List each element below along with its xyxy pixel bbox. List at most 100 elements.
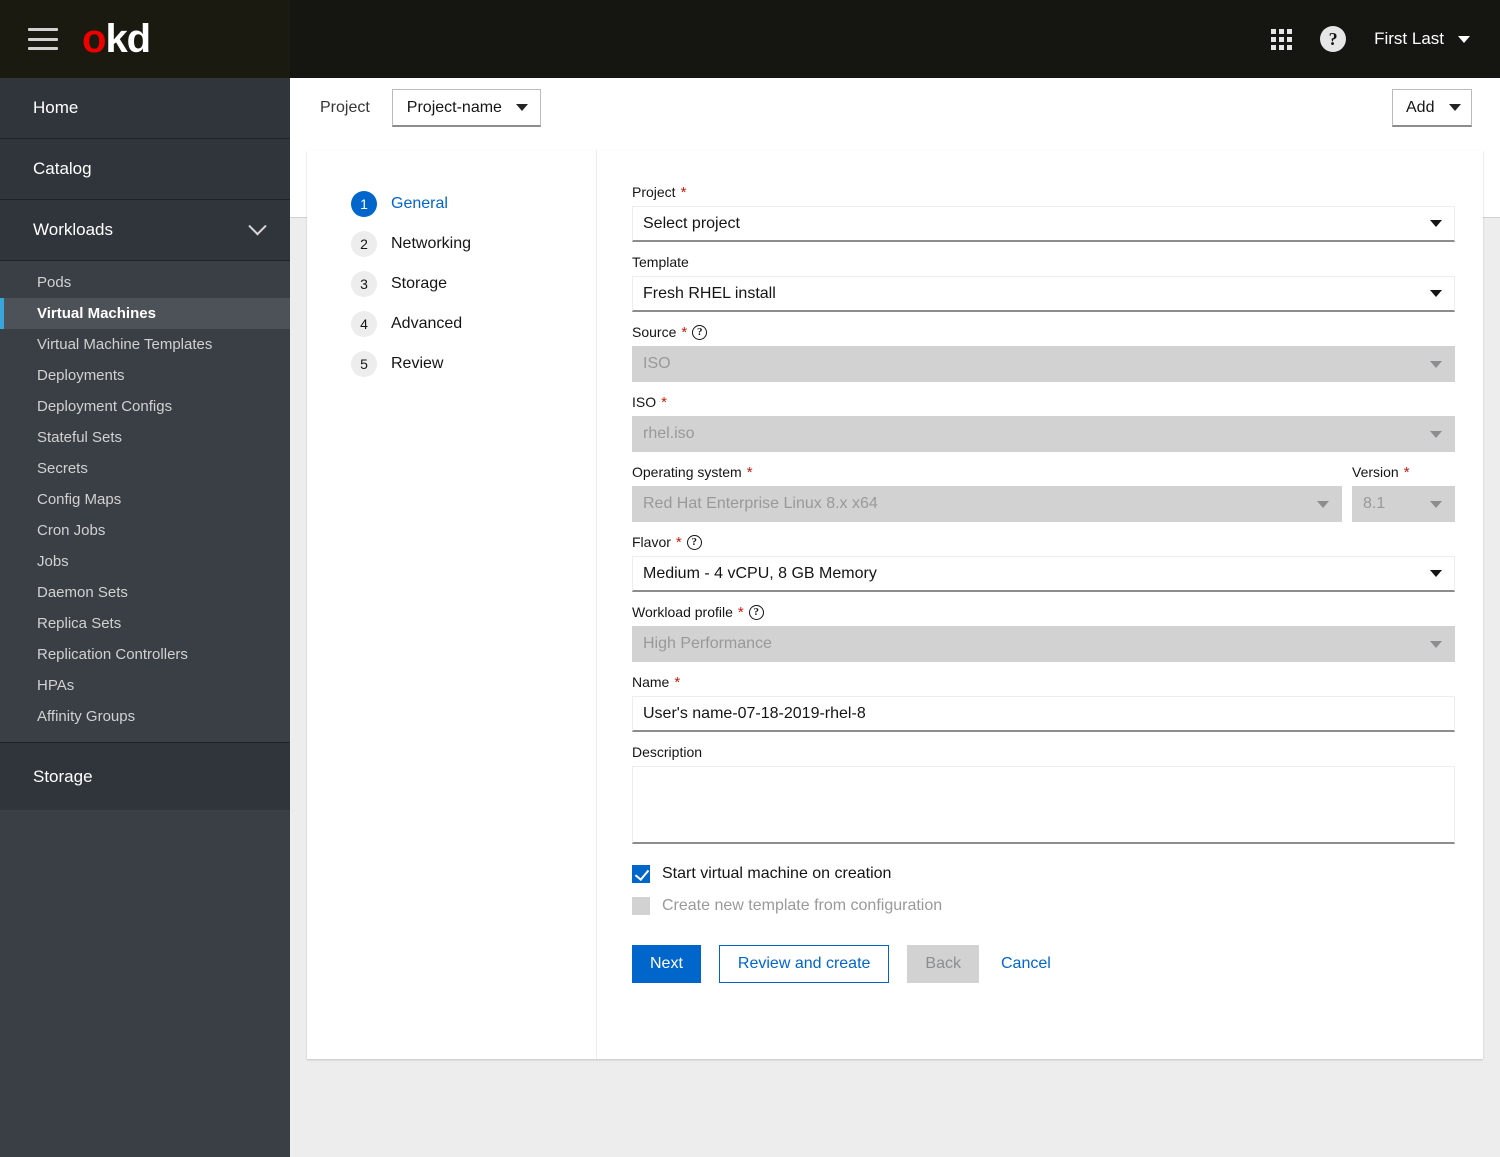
required-asterisk: *: [675, 533, 682, 551]
sidebar-item-jobs[interactable]: Jobs: [0, 546, 290, 577]
required-asterisk: *: [674, 673, 681, 691]
chevron-down-icon: [515, 104, 528, 111]
sidebar-item-pods[interactable]: Pods: [0, 267, 290, 298]
wizard-action-buttons: Next Review and create Back Cancel: [632, 945, 1455, 983]
field-flavor-label: Flavor * ?: [632, 534, 1455, 550]
label-text: Flavor: [632, 534, 671, 550]
sidebar-group-storage[interactable]: Storage: [0, 742, 290, 810]
wizard-step-networking[interactable]: 2 Networking: [351, 224, 596, 264]
sidebar-item-deployment-configs[interactable]: Deployment Configs: [0, 391, 290, 422]
sidebar-item-catalog[interactable]: Catalog: [0, 139, 290, 200]
required-asterisk: *: [737, 603, 744, 621]
wizard-step-label: Networking: [391, 235, 472, 252]
chevron-down-icon: [1430, 290, 1442, 297]
wizard-step-advanced[interactable]: 4 Advanced: [351, 304, 596, 344]
sidebar-item-deployments[interactable]: Deployments: [0, 360, 290, 391]
add-button[interactable]: Add: [1392, 89, 1472, 127]
template-select[interactable]: Fresh RHEL install: [632, 276, 1455, 312]
sidebar-item-affinity-groups[interactable]: Affinity Groups: [0, 701, 290, 732]
project-label: Project: [320, 99, 370, 116]
okd-console: o kd ? First Last Home Catalog Workloads …: [0, 0, 1500, 1157]
flavor-select[interactable]: Medium - 4 vCPU, 8 GB Memory: [632, 556, 1455, 592]
project-select[interactable]: Select project: [632, 206, 1455, 242]
required-asterisk: *: [681, 323, 688, 341]
masthead-actions: ? First Last: [1271, 26, 1500, 52]
sidebar-item-virtual-machine-templates[interactable]: Virtual Machine Templates: [0, 329, 290, 360]
wizard-step-number: 5: [351, 351, 377, 377]
sidebar-item-replication-controllers[interactable]: Replication Controllers: [0, 639, 290, 670]
masthead: o kd ? First Last: [0, 0, 1500, 78]
project-selector-value: Project-name: [406, 98, 502, 116]
user-menu[interactable]: First Last: [1374, 29, 1470, 49]
label-text: Name: [632, 674, 670, 690]
label-text: Description: [632, 744, 703, 760]
label-text: Operating system: [632, 464, 742, 480]
okd-logo[interactable]: o kd: [82, 17, 151, 61]
wizard-step-review[interactable]: 5 Review: [351, 344, 596, 384]
sidebar-group-workloads-label: Workloads: [33, 220, 113, 239]
name-input[interactable]: User's name-07-18-2019-rhel-8: [632, 696, 1455, 732]
sidebar-item-replica-sets[interactable]: Replica Sets: [0, 608, 290, 639]
create-template-checkbox: [632, 897, 650, 915]
label-text: ISO: [632, 394, 657, 410]
field-source: Source * ? ISO: [632, 324, 1455, 382]
project-selector[interactable]: Project-name: [391, 89, 541, 127]
help-circle-icon[interactable]: ?: [692, 324, 708, 340]
sidebar-item-virtual-machines[interactable]: Virtual Machines: [0, 298, 290, 329]
sidebar-item-cron-jobs[interactable]: Cron Jobs: [0, 515, 290, 546]
cancel-button[interactable]: Cancel: [997, 945, 1055, 983]
wizard-step-storage[interactable]: 3 Storage: [351, 264, 596, 304]
sidebar-item-stateful-sets[interactable]: Stateful Sets: [0, 422, 290, 453]
hamburger-icon[interactable]: [28, 28, 58, 50]
field-iso: ISO * rhel.iso: [632, 394, 1455, 452]
workload-profile-select: High Performance: [632, 626, 1455, 662]
review-and-create-button[interactable]: Review and create: [718, 945, 890, 983]
field-project-label: Project *: [632, 184, 1455, 200]
wizard-step-label: Storage: [391, 275, 448, 292]
source-select: ISO: [632, 346, 1455, 382]
iso-select-value: rhel.iso: [643, 425, 695, 442]
field-name: Name * User's name-07-18-2019-rhel-8: [632, 674, 1455, 732]
sidebar-item-home[interactable]: Home: [0, 78, 290, 139]
chevron-down-icon: [1430, 220, 1442, 227]
sidebar-navigation: Home Catalog Workloads Pods Virtual Mach…: [0, 78, 290, 1157]
okd-logo-o: o: [82, 17, 106, 61]
start-vm-checkbox-label[interactable]: Start virtual machine on creation: [662, 865, 891, 883]
field-operating-system: Operating system * Red Hat Enterprise Li…: [632, 464, 1342, 522]
help-circle-icon[interactable]: ?: [686, 534, 702, 550]
chevron-down-icon: [1430, 430, 1442, 438]
sidebar-item-hpas[interactable]: HPAs: [0, 670, 290, 701]
wizard-step-label: Advanced: [391, 315, 463, 332]
next-button[interactable]: Next: [632, 945, 701, 983]
start-vm-checkbox-row: Start virtual machine on creation: [632, 865, 1455, 883]
operating-system-select-value: Red Hat Enterprise Linux 8.x x64: [643, 495, 878, 512]
sidebar-item-secrets[interactable]: Secrets: [0, 453, 290, 484]
help-circle-icon[interactable]: ?: [1320, 26, 1347, 52]
field-name-label: Name *: [632, 674, 1455, 690]
template-select-value: Fresh RHEL install: [643, 284, 776, 302]
required-asterisk: *: [1403, 463, 1410, 481]
grid-apps-icon[interactable]: [1271, 28, 1293, 50]
label-text: Workload profile: [632, 604, 733, 620]
project-select-value: Select project: [643, 214, 740, 232]
label-text: Template: [632, 254, 689, 270]
sidebar-group-workloads[interactable]: Workloads: [0, 200, 290, 261]
add-button-label: Add: [1406, 98, 1435, 116]
field-version-label: Version *: [1352, 464, 1455, 480]
start-vm-checkbox[interactable]: [632, 865, 650, 883]
workload-profile-select-value: High Performance: [643, 635, 772, 652]
chevron-down-icon: [248, 216, 267, 235]
chevron-down-icon: [1430, 570, 1442, 577]
chevron-down-icon: [1317, 500, 1329, 508]
operating-system-select: Red Hat Enterprise Linux 8.x x64: [632, 486, 1342, 522]
source-select-value: ISO: [643, 355, 671, 372]
wizard-step-general[interactable]: 1 General: [351, 184, 596, 224]
description-textarea[interactable]: [632, 766, 1455, 844]
flavor-select-value: Medium - 4 vCPU, 8 GB Memory: [643, 564, 877, 582]
chevron-down-icon: [1430, 640, 1442, 648]
sidebar-item-config-maps[interactable]: Config Maps: [0, 484, 290, 515]
field-flavor: Flavor * ? Medium - 4 vCPU, 8 GB Memory: [632, 534, 1455, 592]
help-circle-icon[interactable]: ?: [748, 604, 764, 620]
main-content: Project Project-name Add Create virtual …: [290, 78, 1500, 1157]
sidebar-item-daemon-sets[interactable]: Daemon Sets: [0, 577, 290, 608]
